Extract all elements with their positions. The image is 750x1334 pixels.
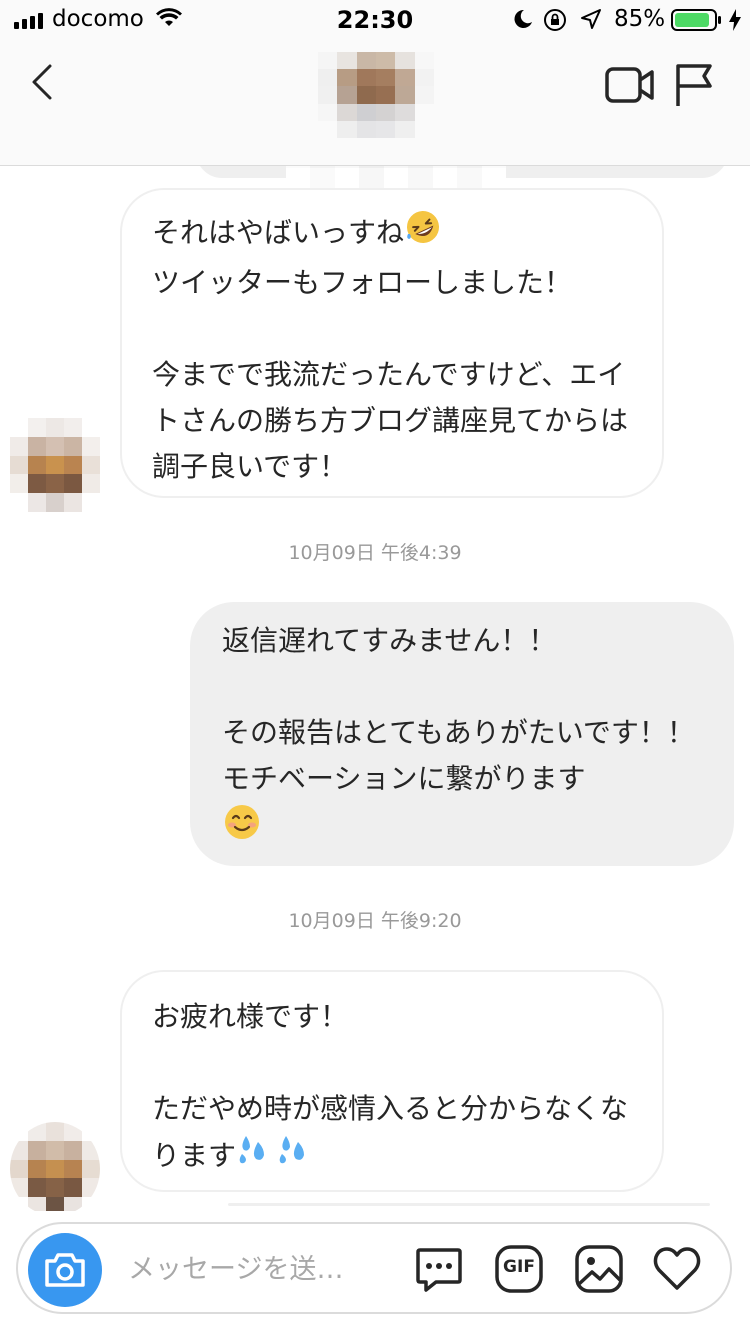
charging-icon [728,9,742,35]
report-button[interactable] [674,62,714,112]
location-icon [580,8,602,34]
rotation-lock-icon [543,8,567,36]
message-input[interactable] [128,1246,388,1292]
video-camera-icon [605,67,654,103]
do-not-disturb-icon [512,8,534,34]
battery-percent: 85% [614,6,666,32]
sweat-droplets-emoji [236,1132,316,1182]
sender-avatar[interactable] [10,418,100,512]
incoming-message[interactable]: それはやばいっすね ツイッターもフォローしました！ 今までで我流だったんですけど… [120,188,664,498]
message-text: それはやばいっすね [152,216,405,249]
heart-icon [653,1247,701,1290]
next-message-edge [228,1203,710,1206]
message-text-continued: ツイッターもフォローしました！ 今までで我流だったんですけど、エイトさんの勝ち方… [152,266,629,483]
gallery-button[interactable] [574,1244,624,1298]
back-button[interactable] [24,60,64,104]
message-text: お疲れ様です！ ただやめ時が感情入ると分からなくなります [152,1000,629,1172]
image-icon [575,1245,623,1293]
battery-icon [671,9,723,35]
video-call-button[interactable] [604,64,656,110]
chat-header [0,40,750,166]
sender-avatar[interactable] [10,1122,100,1211]
message-timestamp: 10月09日 午後4:39 [288,542,462,564]
message-timestamp: 10月09日 午後9:20 [288,910,462,932]
chevron-left-icon [32,64,52,100]
message-composer: GIF [16,1222,732,1314]
message-thread[interactable]: それはやばいっすね ツイッターもフォローしました！ 今までで我流だったんですけど… [0,166,750,1211]
rolling-laughing-emoji [404,208,442,260]
message-text: 返信遅れてすみません！！ その報告はとてもありがたいです！！モチベーションに繋が… [222,624,695,795]
outgoing-message[interactable]: 返信遅れてすみません！！ その報告はとてもありがたいです！！モチベーションに繋が… [190,602,734,866]
incoming-message[interactable]: お疲れ様です！ ただやめ時が感情入ると分からなくなります [120,970,664,1192]
contact-avatar[interactable] [318,52,434,138]
camera-icon [45,1253,85,1287]
like-button[interactable] [652,1244,702,1298]
smiling-face-emoji [222,802,262,856]
gif-label: GIF [503,1257,535,1277]
status-bar: docomo 22:30 85% [0,0,750,40]
chat-bubble-icon [416,1248,462,1292]
flag-icon [676,64,712,106]
gif-button[interactable]: GIF [494,1244,544,1298]
camera-button[interactable] [28,1233,102,1307]
chat-options-button[interactable] [414,1244,464,1298]
